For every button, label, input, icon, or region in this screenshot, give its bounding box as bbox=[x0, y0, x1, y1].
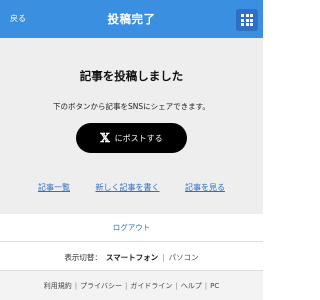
back-link[interactable]: 戻る bbox=[10, 13, 26, 24]
display-pc-link[interactable]: パソコン bbox=[169, 252, 199, 263]
menu-button[interactable] bbox=[236, 9, 258, 31]
logout-link[interactable]: ログアウト bbox=[113, 222, 151, 233]
footer-pc-link[interactable]: PC bbox=[207, 282, 222, 290]
view-article-link[interactable]: 記事を見る bbox=[185, 182, 225, 193]
write-new-article-link[interactable]: 新しく記事を書く bbox=[96, 182, 160, 193]
completion-description: 下のボタンから記事をSNSにシェアできます。 bbox=[53, 102, 210, 111]
footer-guideline-link[interactable]: ガイドライン bbox=[127, 281, 175, 291]
page: 戻る 投稿完了 記事を投稿しました 下のボタンから記事をSNSにシェアできます。… bbox=[0, 0, 263, 300]
post-to-x-button[interactable]: 𝕏 にポストする bbox=[76, 123, 187, 153]
footer-help-link[interactable]: ヘルプ bbox=[178, 281, 205, 291]
x-logo-icon: 𝕏 bbox=[100, 131, 110, 145]
completion-title: 記事を投稿しました bbox=[79, 69, 184, 83]
logout-row: ログアウト bbox=[0, 214, 263, 242]
page-title: 投稿完了 bbox=[107, 12, 156, 26]
header-bar: 戻る 投稿完了 bbox=[0, 0, 263, 38]
completion-panel: 記事を投稿しました 下のボタンから記事をSNSにシェアできます。 𝕏 にポストす… bbox=[0, 38, 263, 214]
article-list-link[interactable]: 記事一覧 bbox=[38, 182, 70, 193]
display-switch-label: 表示切替： bbox=[64, 252, 102, 262]
footer-links: 利用規約 | プライバシー | ガイドライン | ヘルプ | PC bbox=[0, 270, 263, 300]
footer-privacy-link[interactable]: プライバシー bbox=[77, 281, 125, 291]
display-separator: | bbox=[162, 252, 165, 262]
grid-menu-icon bbox=[241, 14, 253, 26]
footer-terms-link[interactable]: 利用規約 bbox=[41, 281, 75, 291]
action-links: 記事一覧 新しく記事を書く 記事を見る bbox=[0, 182, 263, 193]
display-current-smartphone: スマートフォン bbox=[105, 252, 159, 262]
display-switch: 表示切替： スマートフォン | パソコン bbox=[0, 242, 263, 272]
post-button-label: にポストする bbox=[114, 133, 163, 143]
